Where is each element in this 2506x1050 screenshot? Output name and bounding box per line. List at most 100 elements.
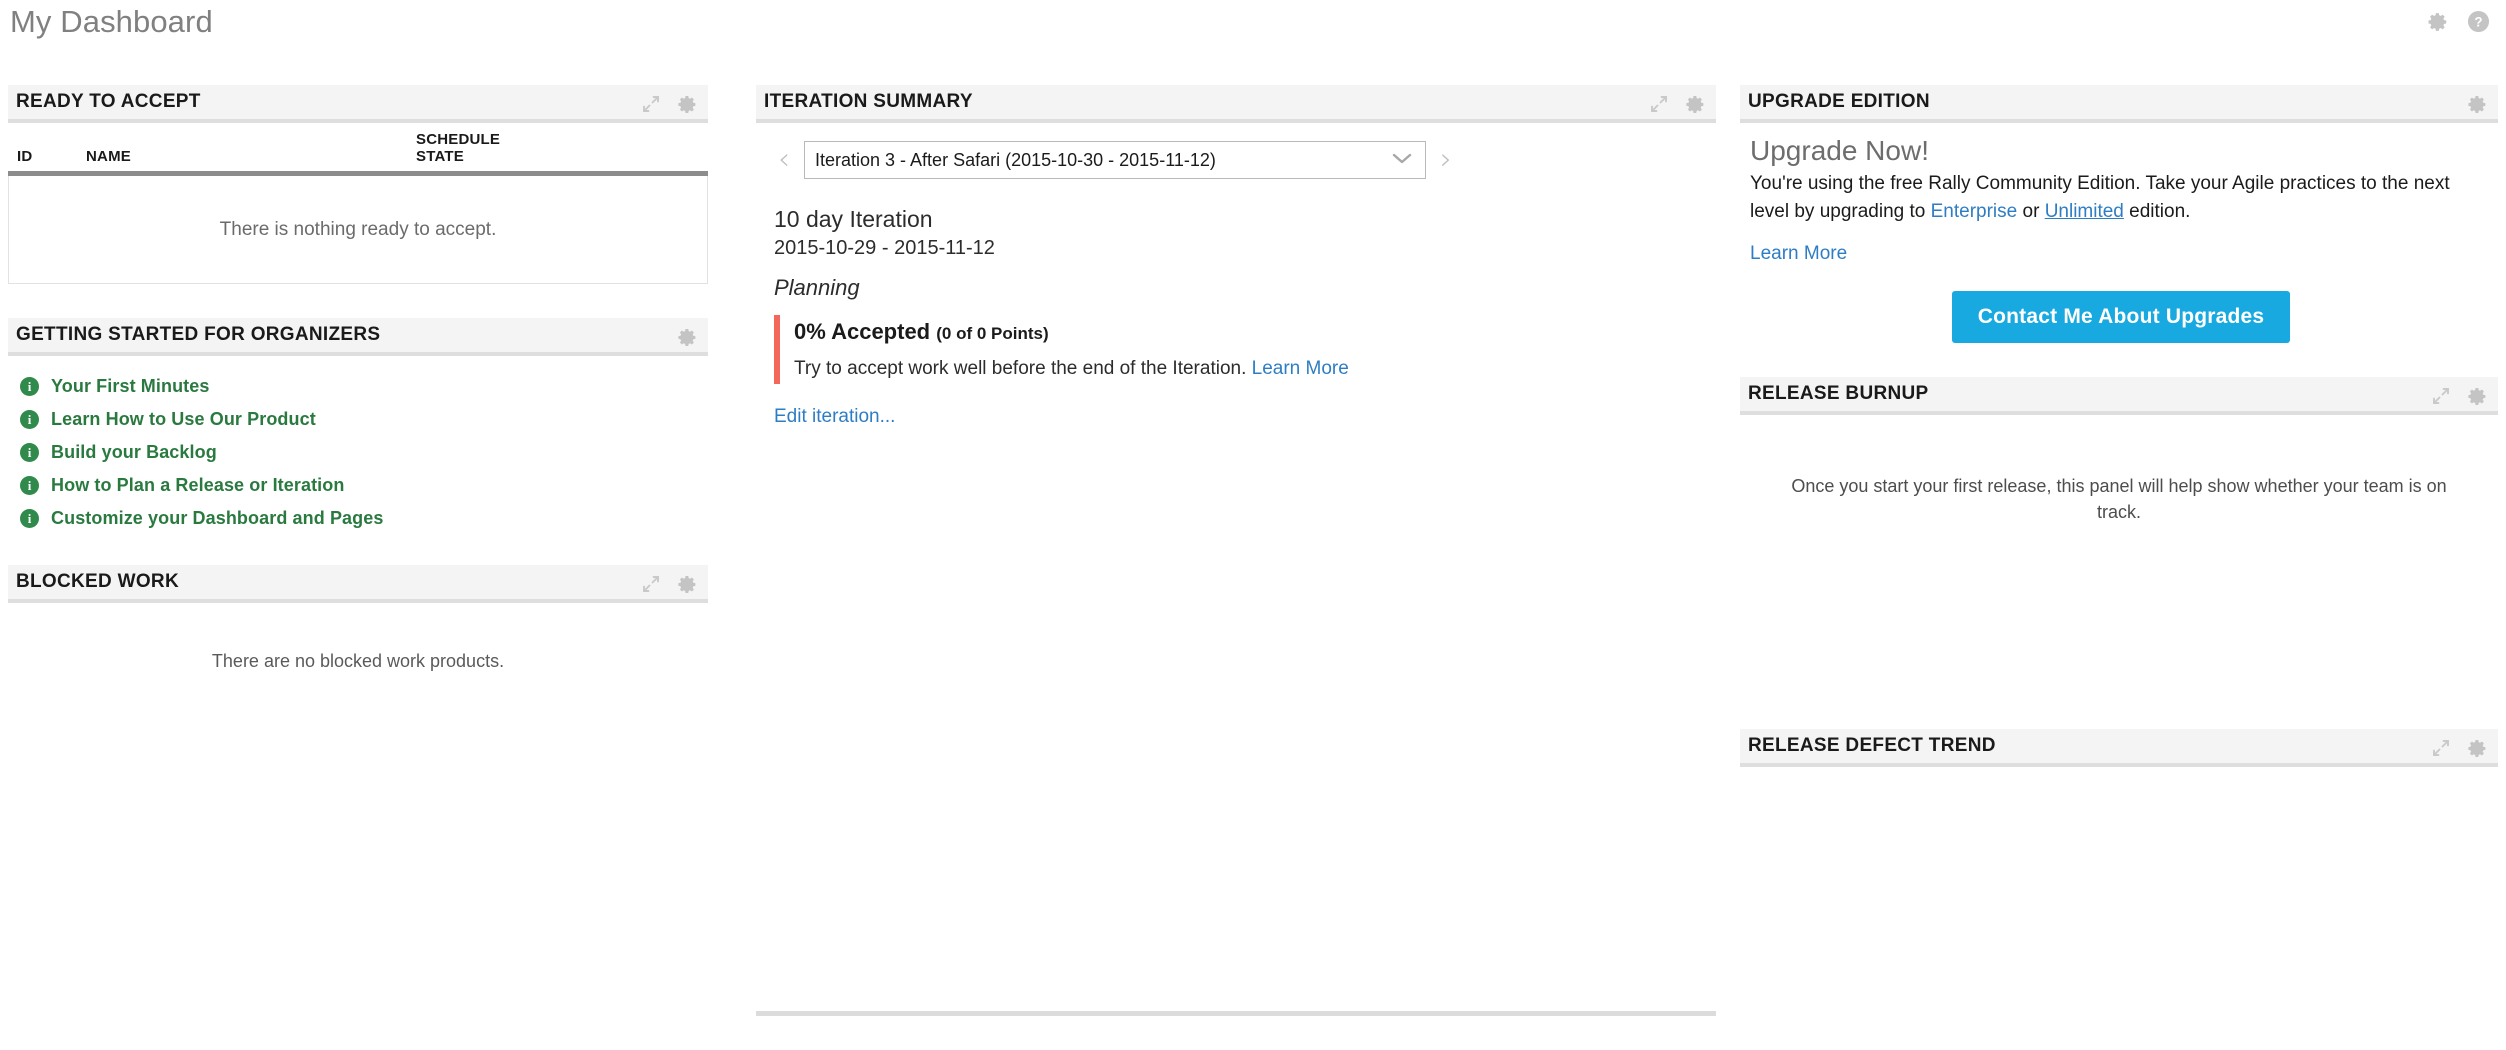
panel-upgrade-edition: UPGRADE EDITION Upgrade Now! You're usin… [1740,85,2498,377]
acceptance-advice-text: Try to accept work well before the end o… [794,357,1247,379]
panel-tools [641,565,698,603]
top-bar: My Dashboard ? [0,0,2506,58]
accepted-points: (0 of 0 Points) [936,323,1049,343]
upgrade-heading: Upgrade Now! [1750,135,1929,166]
column-header-schedule-line2: STATE [416,148,464,165]
iteration-state: Planning [774,274,860,300]
gear-icon[interactable] [2467,386,2488,407]
expand-icon[interactable] [2431,738,2451,758]
release-defect-trend-body [1740,767,2498,797]
help-icon[interactable]: ? [2467,10,2490,33]
panel-header: READY TO ACCEPT [8,85,708,123]
gear-icon[interactable] [677,327,698,348]
panel-tools [2431,377,2488,415]
iteration-summary-body: ‹ Iteration 3 - After Safari (2015-10-30… [756,123,1716,428]
settings-icon[interactable] [2427,11,2449,33]
iteration-dates: 2015-10-29 - 2015-11-12 [774,236,995,259]
panel-tools [641,85,698,123]
panel-getting-started: GETTING STARTED FOR ORGANIZERS i Your Fi… [8,318,708,543]
left-column: READY TO ACCEPT ID NAME SCHEDULE STATE T… [8,85,708,672]
gear-icon[interactable] [1685,94,1706,115]
upgrade-cta-wrapper: Contact Me About Upgrades [1750,265,2492,377]
unlimited-link[interactable]: Unlimited [2045,201,2124,222]
gear-icon[interactable] [2467,738,2488,759]
acceptance-status: 0% Accepted (0 of 0 Points) Try to accep… [774,314,1716,385]
panel-release-burnup: RELEASE BURNUP Once you start your first… [1740,377,2498,729]
gear-icon[interactable] [677,94,698,115]
iteration-select-value: Iteration 3 - After Safari (2015-10-30 -… [815,149,1216,170]
panel-body: ID NAME SCHEDULE STATE There is nothing … [8,123,708,284]
iteration-length: 10 day Iteration [774,206,933,232]
list-item[interactable]: i Customize your Dashboard and Pages [8,502,708,535]
upgrade-edition-body: Upgrade Now! You're using the free Rally… [1740,123,2498,377]
ready-to-accept-table: ID NAME SCHEDULE STATE [8,123,708,176]
enterprise-link[interactable]: Enterprise [1931,201,2018,222]
panel-header: RELEASE BURNUP [1740,377,2498,416]
panel-title-ready-to-accept: READY TO ACCEPT [16,91,201,112]
list-item[interactable]: i Build your Backlog [8,436,708,469]
upgrade-learn-more-link[interactable]: Learn More [1750,243,1847,264]
edit-iteration-link[interactable]: Edit iteration... [774,406,895,427]
top-bar-icons: ? [2427,10,2490,33]
panel-title-release-defect-trend: RELEASE DEFECT TREND [1748,735,1996,757]
iteration-picker: ‹ Iteration 3 - After Safari (2015-10-30… [756,123,1716,179]
column-header-name[interactable]: NAME [86,123,416,174]
list-item-label: Customize your Dashboard and Pages [51,508,384,528]
acceptance-learn-more-link[interactable]: Learn More [1252,358,1349,379]
edit-iteration-row: Edit iteration... [756,384,1716,428]
column-header-schedule-line1: SCHEDULE [416,131,501,148]
panel-header: BLOCKED WORK [8,565,708,603]
panel-title-iteration-summary: ITERATION SUMMARY [764,91,973,112]
panel-title-release-burnup: RELEASE BURNUP [1748,383,1929,405]
panel-tools [677,318,698,356]
expand-icon[interactable] [1649,94,1669,114]
upgrade-description: You're using the free Rally Community Ed… [1750,168,2450,225]
right-column: UPGRADE EDITION Upgrade Now! You're usin… [1740,85,2498,797]
iteration-info: 10 day Iteration 2015-10-29 - 2015-11-12… [756,179,1716,301]
list-item[interactable]: i How to Plan a Release or Iteration [8,469,708,502]
expand-icon[interactable] [641,574,661,594]
panel-tools [2431,729,2488,767]
blocked-work-empty-message: There are no blocked work products. [211,651,505,671]
gear-icon[interactable] [677,574,698,595]
middle-column-divider [756,1011,1716,1016]
contact-me-about-upgrades-button[interactable]: Contact Me About Upgrades [1951,291,2291,344]
list-item[interactable]: i Learn How to Use Our Product [8,403,708,436]
panel-tools [2467,85,2488,123]
upgrade-learn-more-row: Learn More [1750,225,2492,265]
gear-icon[interactable] [2467,94,2488,115]
list-item-label: Learn How to Use Our Product [51,409,316,429]
panel-tools [1649,85,1706,123]
panel-title-upgrade-edition: UPGRADE EDITION [1748,91,1930,112]
middle-column: ITERATION SUMMARY ‹ Iteration 3 - After … [756,85,1716,428]
column-header-schedule-state[interactable]: SCHEDULE STATE [416,123,708,174]
info-icon: i [20,476,39,495]
expand-icon[interactable] [641,94,661,114]
previous-iteration-button[interactable]: ‹ [774,145,794,175]
info-icon: i [20,509,39,528]
ready-to-accept-empty-message: There is nothing ready to accept. [8,176,708,284]
panel-header: UPGRADE EDITION [1740,85,2498,123]
upgrade-text-part2: or [2017,200,2045,222]
panel-release-defect-trend: RELEASE DEFECT TREND [1740,729,2498,797]
acceptance-advice: Try to accept work well before the end o… [794,348,1716,384]
list-item[interactable]: i Your First Minutes [8,370,708,403]
accepted-percent: 0% Accepted [794,318,931,344]
iteration-select[interactable]: Iteration 3 - After Safari (2015-10-30 -… [804,141,1426,179]
info-icon: i [20,443,39,462]
svg-text:?: ? [2474,14,2482,29]
acceptance-headline: 0% Accepted (0 of 0 Points) [794,315,1716,348]
getting-started-list: i Your First Minutes i Learn How to Use … [8,356,708,543]
list-item-label: Your First Minutes [51,376,210,396]
panel-title-getting-started: GETTING STARTED FOR ORGANIZERS [16,324,381,345]
panel-header: ITERATION SUMMARY [756,85,1716,123]
next-iteration-button[interactable]: › [1436,145,1456,175]
panel-header: GETTING STARTED FOR ORGANIZERS [8,318,708,356]
info-icon: i [20,410,39,429]
column-header-id[interactable]: ID [8,123,86,174]
release-burnup-empty-message: Once you start your first release, this … [1791,476,2447,523]
table-header-row: ID NAME SCHEDULE STATE [8,123,708,174]
page-title: My Dashboard [10,4,213,39]
info-icon: i [20,377,39,396]
expand-icon[interactable] [2431,386,2451,406]
